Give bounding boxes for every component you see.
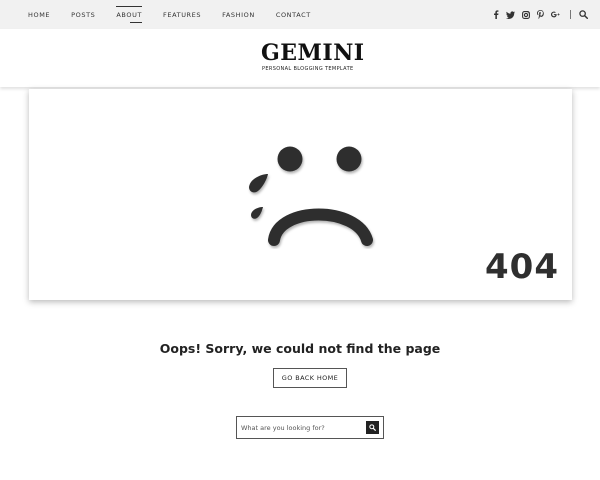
error-card: 404 (29, 89, 572, 300)
error-message: Oops! Sorry, we could not find the page (159, 341, 441, 356)
search-icon[interactable] (579, 10, 588, 19)
site-header: GEMINI PERSONAL BLOGGING TEMPLATE (0, 29, 600, 87)
nav-item-features[interactable]: FEATURES (163, 11, 201, 19)
pinterest-icon[interactable] (536, 10, 545, 19)
go-back-home-button[interactable]: GO BACK HOME (273, 368, 347, 388)
nav-item-home[interactable]: HOME (28, 11, 50, 19)
error-code: 404 (485, 247, 559, 287)
search-icon (369, 424, 376, 431)
sad-face-icon (249, 146, 373, 246)
google-plus-icon[interactable] (551, 10, 560, 19)
search-button[interactable] (366, 421, 379, 434)
main-nav: HOME POSTS ABOUT FEATURES FASHION CONTAC… (28, 0, 332, 29)
logo-tagline: PERSONAL BLOGGING TEMPLATE (262, 66, 354, 72)
logo-text: GEMINI (261, 40, 365, 66)
search-box (236, 416, 384, 439)
facebook-icon[interactable] (491, 10, 500, 19)
divider (570, 10, 571, 19)
social-links (485, 0, 588, 29)
search-input[interactable] (241, 420, 361, 435)
nav-item-posts[interactable]: POSTS (71, 11, 95, 19)
nav-item-fashion[interactable]: FASHION (222, 11, 255, 19)
instagram-icon[interactable] (521, 10, 530, 19)
nav-item-contact[interactable]: CONTACT (276, 11, 311, 19)
site-logo[interactable]: GEMINI PERSONAL BLOGGING TEMPLATE (261, 40, 364, 74)
top-nav-bar: HOME POSTS ABOUT FEATURES FASHION CONTAC… (0, 0, 600, 29)
nav-item-about[interactable]: ABOUT (116, 5, 142, 23)
twitter-icon[interactable] (506, 10, 515, 19)
